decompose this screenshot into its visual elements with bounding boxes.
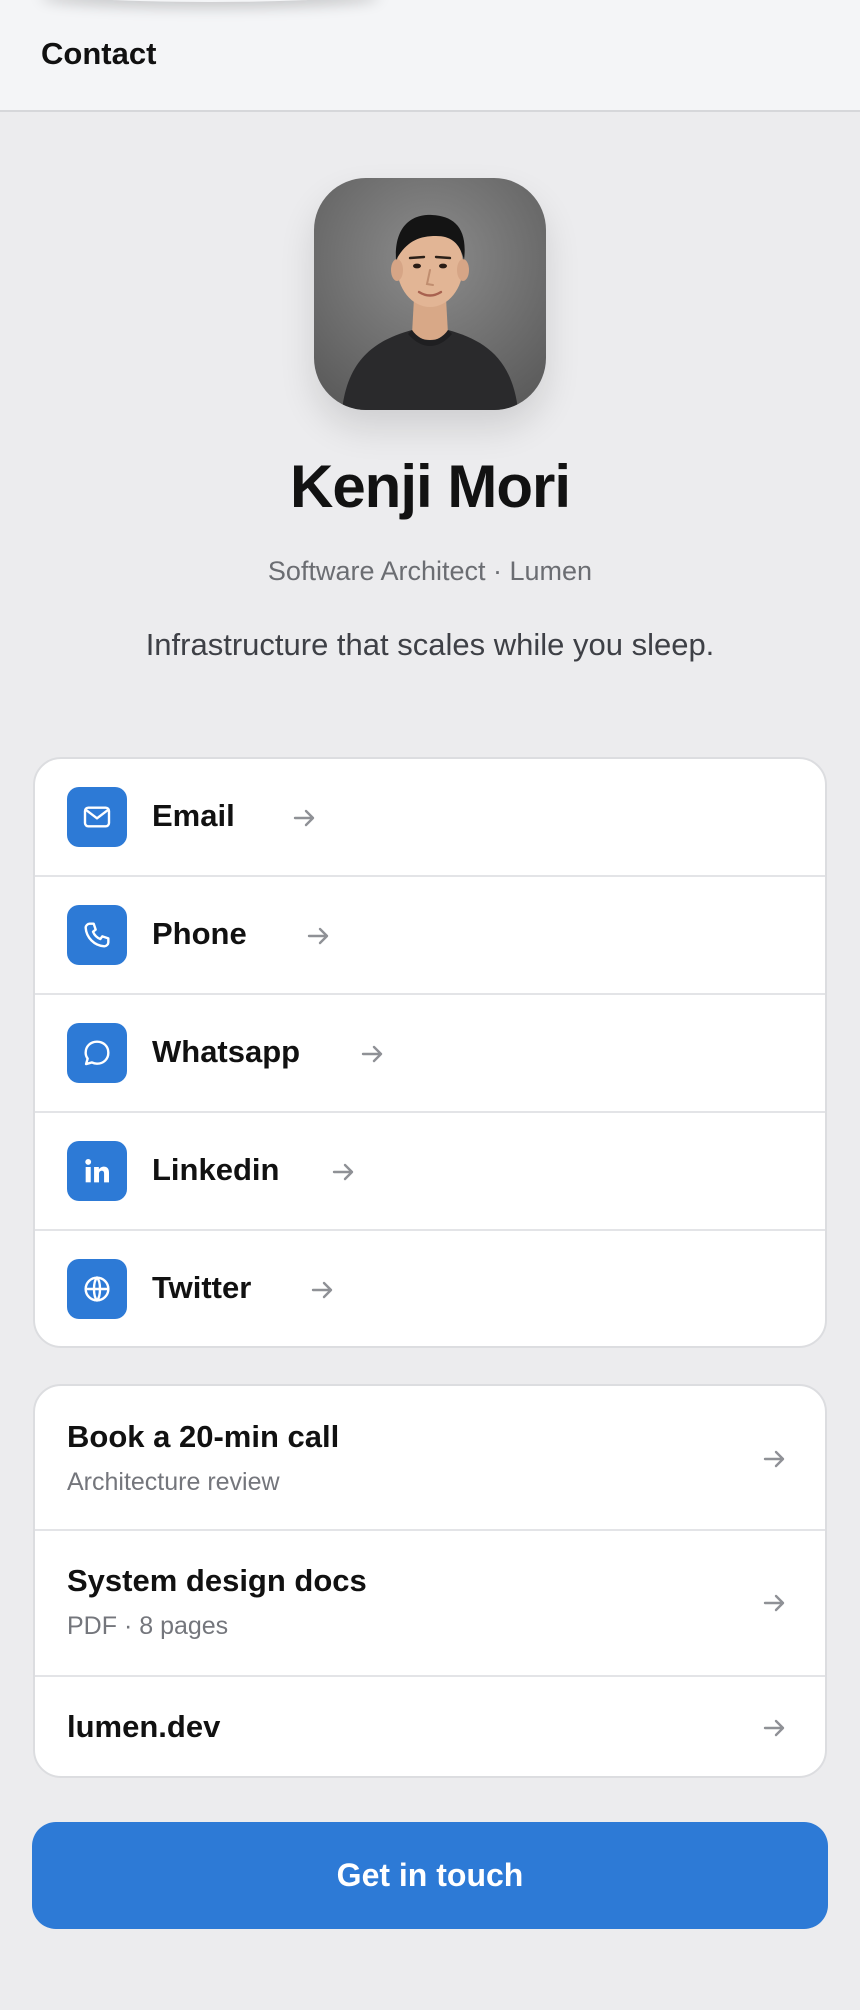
profile-photo bbox=[314, 178, 546, 410]
link-title: lumen.dev bbox=[67, 1709, 221, 1744]
social-link-label: Twitter bbox=[152, 1270, 252, 1305]
arrow-right-icon bbox=[332, 1163, 354, 1181]
arrow-right-icon bbox=[763, 1450, 785, 1468]
social-link-linkedin[interactable]: Linkedin bbox=[35, 1113, 825, 1231]
arrow-right-icon bbox=[307, 927, 329, 945]
social-link-label: Whatsapp bbox=[152, 1034, 301, 1069]
social-link-whatsapp[interactable]: Whatsapp bbox=[35, 995, 825, 1113]
social-link-label: Phone bbox=[152, 916, 247, 951]
avatar bbox=[314, 178, 546, 410]
link-title: Book a 20-min call bbox=[67, 1419, 340, 1454]
get-in-touch-button[interactable]: Get in touch bbox=[32, 1822, 828, 1929]
mail-icon bbox=[67, 787, 127, 847]
linkedin-icon bbox=[67, 1141, 127, 1201]
arrow-right-icon bbox=[361, 1045, 383, 1063]
resource-links-card: Book a 20-min call Architecture review S… bbox=[33, 1384, 827, 1778]
header-shadow bbox=[40, 0, 380, 2]
link-system-design-docs[interactable]: System design docs PDF · 8 pages bbox=[35, 1531, 825, 1677]
arrow-right-icon bbox=[763, 1594, 785, 1612]
globe-icon bbox=[67, 1259, 127, 1319]
chat-bubble-icon bbox=[67, 1023, 127, 1083]
page-title: Contact bbox=[41, 36, 157, 71]
link-subtitle: PDF · 8 pages bbox=[67, 1612, 229, 1640]
social-link-label: Email bbox=[152, 798, 235, 833]
arrow-right-icon bbox=[311, 1281, 333, 1299]
social-link-twitter[interactable]: Twitter bbox=[35, 1231, 825, 1346]
link-website[interactable]: lumen.dev bbox=[35, 1677, 825, 1776]
social-links-card: Email Phone Whatsapp Linkedin Twitter bbox=[33, 757, 827, 1348]
arrow-right-icon bbox=[293, 809, 315, 827]
profile-tagline: Infrastructure that scales while you sle… bbox=[145, 627, 715, 662]
social-link-phone[interactable]: Phone bbox=[35, 877, 825, 995]
profile-name: Kenji Mori bbox=[289, 453, 571, 520]
profile-role: Software Architect · Lumen bbox=[267, 556, 593, 586]
social-link-label: Linkedin bbox=[152, 1152, 280, 1187]
arrow-right-icon bbox=[763, 1719, 785, 1737]
link-title: System design docs bbox=[67, 1563, 367, 1598]
top-bar: Contact bbox=[0, 0, 860, 112]
social-link-email[interactable]: Email bbox=[35, 759, 825, 877]
link-subtitle: Architecture review bbox=[67, 1468, 280, 1496]
link-book-call[interactable]: Book a 20-min call Architecture review bbox=[35, 1386, 825, 1531]
phone-icon bbox=[67, 905, 127, 965]
